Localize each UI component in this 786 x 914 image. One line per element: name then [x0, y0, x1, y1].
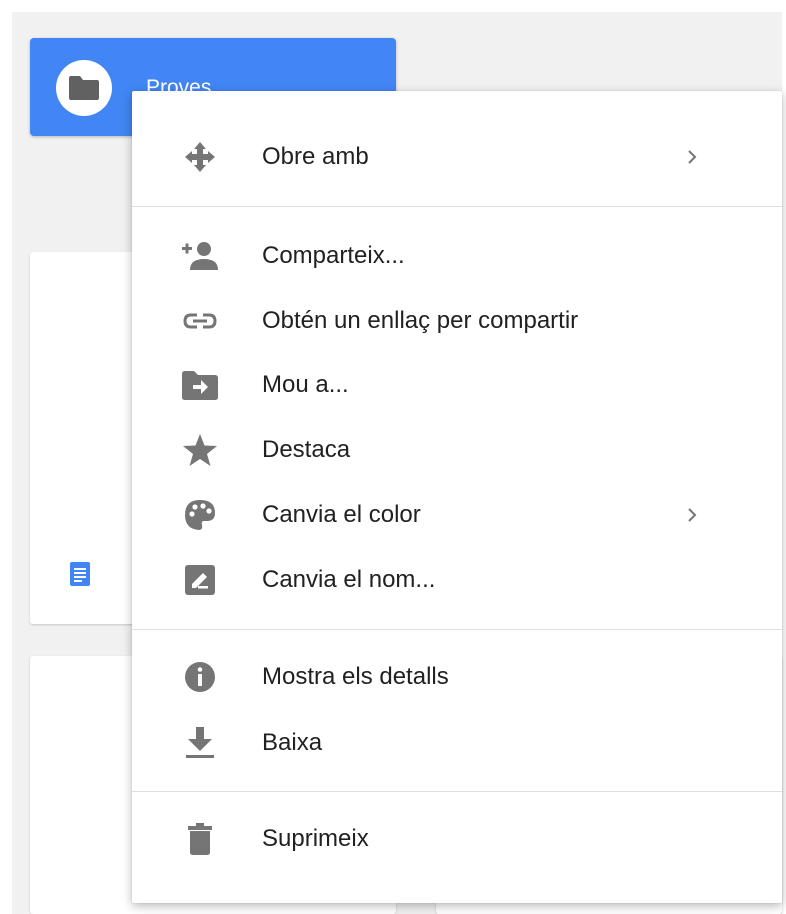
menu-divider	[132, 791, 782, 792]
info-icon	[176, 661, 224, 693]
menu-item-label: Canvia el color	[262, 501, 421, 528]
rename-icon	[176, 564, 224, 596]
menu-item-details[interactable]: Mostra els detalls	[132, 645, 782, 709]
context-menu: Obre amb Comparteix... Obtén un enllaç p…	[132, 91, 782, 903]
menu-item-star[interactable]: Destaca	[132, 418, 782, 482]
link-icon	[176, 305, 224, 337]
menu-item-label: Destaca	[262, 436, 351, 463]
folder-move-icon	[176, 369, 224, 401]
menu-item-label: Mou a...	[262, 371, 349, 398]
download-icon	[176, 727, 224, 759]
move-arrows-icon	[176, 141, 224, 173]
menu-item-label: Comparteix...	[262, 242, 405, 269]
menu-divider	[132, 206, 782, 207]
menu-item-move-to[interactable]: Mou a...	[132, 353, 782, 417]
chevron-right-icon	[684, 145, 700, 169]
menu-item-share[interactable]: Comparteix...	[132, 224, 782, 288]
menu-item-label: Baixa	[262, 729, 323, 756]
menu-item-label: Mostra els detalls	[262, 663, 449, 690]
star-icon	[176, 434, 224, 466]
menu-item-download[interactable]: Baixa	[132, 711, 782, 775]
menu-item-delete[interactable]: Suprimeix	[132, 807, 782, 871]
menu-item-rename[interactable]: Canvia el nom...	[132, 548, 782, 612]
menu-item-get-link[interactable]: Obtén un enllaç per compartir	[132, 289, 782, 353]
menu-item-label: Suprimeix	[262, 825, 369, 852]
trash-icon	[176, 823, 224, 855]
menu-item-change-color[interactable]: Canvia el color	[132, 483, 782, 547]
folder-avatar	[56, 60, 112, 116]
menu-item-label: Obre amb	[262, 143, 369, 170]
palette-icon	[176, 499, 224, 531]
person-add-icon	[176, 240, 224, 272]
chevron-right-icon	[684, 503, 700, 527]
google-docs-icon	[70, 562, 90, 586]
menu-item-open-with[interactable]: Obre amb	[132, 125, 782, 189]
folder-icon	[69, 76, 99, 100]
menu-divider	[132, 629, 782, 630]
menu-item-label: Canvia el nom...	[262, 566, 436, 593]
menu-item-label: Obtén un enllaç per compartir	[262, 307, 579, 334]
